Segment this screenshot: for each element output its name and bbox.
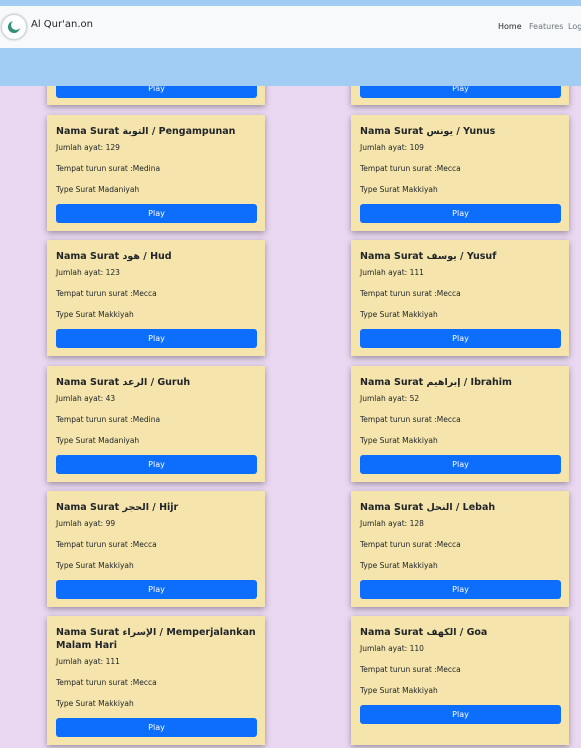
surah-card: Nama Surat إبراهيم / Ibrahim Jumlah ayat… — [351, 366, 569, 482]
ayat-count: Jumlah ayat: 99 — [56, 519, 116, 528]
play-button[interactable]: Play — [56, 204, 257, 223]
surah-title: Nama Surat الرعد / Guruh — [56, 377, 191, 388]
play-button[interactable]: Play — [56, 580, 257, 599]
play-button[interactable]: Play — [360, 204, 561, 223]
logo-crescent-cutout — [11, 20, 21, 30]
revelation-place: Tempat turun surat :Mecca — [56, 678, 157, 687]
surah-type: Type Surat Makkiyah — [360, 185, 438, 194]
play-button[interactable]: Play — [56, 455, 257, 474]
revelation-place: Tempat turun surat :Mecca — [360, 164, 461, 173]
play-button[interactable]: Play — [360, 455, 561, 474]
surah-card: Nama Surat يوسف / Yusuf Jumlah ayat: 111… — [351, 240, 569, 356]
surah-title: Nama Surat يونس / Yunus — [360, 126, 496, 137]
ayat-count: Jumlah ayat: 123 — [56, 268, 120, 277]
ayat-count: Jumlah ayat: 52 — [360, 394, 420, 403]
surah-card: Nama Surat التوبة / Pengampunan Jumlah a… — [47, 115, 265, 231]
surah-card: Nama Surat يونس / Yunus Jumlah ayat: 109… — [351, 115, 569, 231]
surah-type: Type Surat Makkiyah — [360, 561, 438, 570]
nav-link-home[interactable]: Home — [498, 22, 522, 31]
play-button[interactable]: Play — [360, 705, 561, 724]
surah-card: Nama Surat هود / Hud Jumlah ayat: 123 Te… — [47, 240, 265, 356]
nav-link-features[interactable]: Features — [529, 22, 563, 31]
play-button[interactable]: Play — [360, 329, 561, 348]
revelation-place: Tempat turun surat :Mecca — [56, 540, 157, 549]
surah-type: Type Surat Makkiyah — [56, 310, 134, 319]
surah-title: Nama Surat إبراهيم / Ibrahim — [360, 377, 512, 388]
play-button[interactable]: Play — [56, 329, 257, 348]
surah-card: Nama Surat الرعد / Guruh Jumlah ayat: 43… — [47, 366, 265, 482]
header-band — [0, 48, 581, 86]
ayat-count: Jumlah ayat: 43 — [56, 394, 116, 403]
surah-title: Nama Surat التوبة / Pengampunan — [56, 126, 236, 137]
revelation-place: Tempat turun surat :Mecca — [360, 540, 461, 549]
revelation-place: Tempat turun surat :Mecca — [360, 289, 461, 298]
surah-type: Type Surat Makkiyah — [56, 561, 134, 570]
revelation-place: Tempat turun surat :Mecca — [360, 665, 461, 674]
quran-logo-icon[interactable] — [1, 14, 27, 40]
revelation-place: Tempat turun surat :Medina — [56, 415, 161, 424]
surah-type: Type Surat Makkiyah — [360, 436, 438, 445]
surah-title: Nama Surat الإسراء / Memperjalankan Mala… — [56, 627, 256, 651]
revelation-place: Tempat turun surat :Mecca — [56, 289, 157, 298]
surah-title: Nama Surat النحل / Lebah — [360, 502, 496, 513]
surah-type: Type Surat Makkiyah — [360, 686, 438, 695]
play-button[interactable]: Play — [360, 580, 561, 599]
surah-type: Type Surat Makkiyah — [360, 310, 438, 319]
ayat-count: Jumlah ayat: 109 — [360, 143, 424, 152]
revelation-place: Tempat turun surat :Medina — [56, 164, 161, 173]
play-button[interactable]: Play — [56, 718, 257, 737]
surah-title: Nama Surat هود / Hud — [56, 251, 172, 262]
revelation-place: Tempat turun surat :Mecca — [360, 415, 461, 424]
nav-link-login[interactable]: Log — [568, 22, 581, 31]
surah-card: Nama Surat النحل / Lebah Jumlah ayat: 12… — [351, 491, 569, 607]
surah-card: Nama Surat الحجر / Hijr Jumlah ayat: 99 … — [47, 491, 265, 607]
ayat-count: Jumlah ayat: 128 — [360, 519, 424, 528]
surah-title: Nama Surat يوسف / Yusuf — [360, 251, 497, 262]
surah-title: Nama Surat الحجر / Hijr — [56, 502, 179, 513]
ayat-count: Jumlah ayat: 110 — [360, 644, 424, 653]
surah-type: Type Surat Madaniyah — [56, 436, 140, 445]
ayat-count: Jumlah ayat: 111 — [360, 268, 424, 277]
surah-card: Nama Surat الإسراء / Memperjalankan Mala… — [47, 616, 265, 745]
surah-type: Type Surat Makkiyah — [56, 699, 134, 708]
navbar: Al Qur'an.on Home Features Log — [0, 6, 581, 48]
surah-type: Type Surat Madaniyah — [56, 185, 140, 194]
surah-title: Nama Surat الكهف / Goa — [360, 627, 488, 638]
ayat-count: Jumlah ayat: 111 — [56, 657, 120, 666]
ayat-count: Jumlah ayat: 129 — [56, 143, 120, 152]
brand-name[interactable]: Al Qur'an.on — [31, 19, 93, 30]
surah-card: Nama Surat الكهف / Goa Jumlah ayat: 110 … — [351, 616, 569, 745]
